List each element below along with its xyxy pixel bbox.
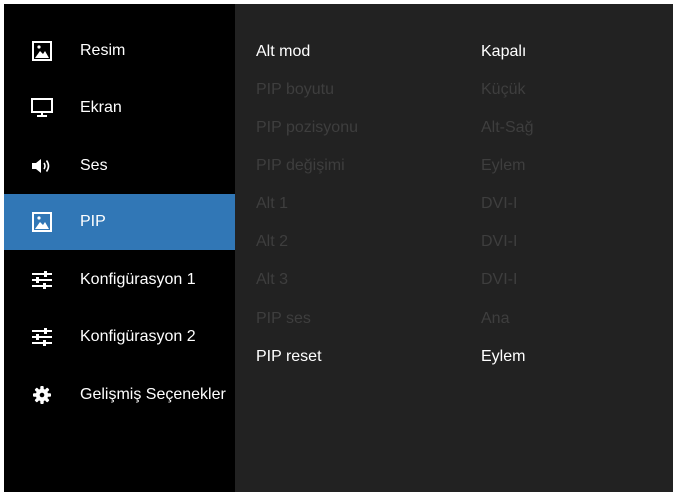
setting-value: Eylem (481, 348, 526, 365)
image-icon (31, 40, 53, 62)
setting-label: Alt 2 (256, 233, 289, 250)
sliders-icon (31, 326, 53, 348)
setting-row-alt-1: Alt 1 DVI-I (235, 186, 673, 224)
setting-row-alt-mod[interactable]: Alt mod Kapalı (235, 34, 673, 72)
setting-value: DVI-I (481, 233, 518, 250)
setting-row-pip-ses: PIP ses Ana (235, 301, 673, 339)
setting-label: PIP pozisyonu (256, 119, 358, 136)
setting-label: Alt 1 (256, 195, 289, 212)
sidebar-item-pip[interactable]: PIP (4, 194, 235, 250)
pip-image-icon (31, 211, 53, 233)
pip-settings-panel: Alt mod Kapalı PIP boyutu Küçük PIP pozi… (235, 4, 673, 492)
setting-value: DVI-I (481, 271, 518, 288)
setting-value: Kapalı (481, 43, 527, 60)
sidebar-item-label: Resim (80, 42, 126, 59)
setting-label: Alt mod (256, 43, 311, 60)
setting-value: Ana (481, 310, 510, 327)
sidebar-item-konfigurasyon-2[interactable]: Konfigürasyon 2 (4, 309, 235, 365)
sidebar-item-label: Ses (80, 157, 108, 174)
sidebar-item-ekran[interactable]: Ekran (4, 80, 235, 136)
monitor-icon (31, 97, 53, 119)
gear-icon (31, 384, 53, 406)
setting-row-alt-2: Alt 2 DVI-I (235, 224, 673, 262)
sidebar-item-label: Konfigürasyon 2 (80, 328, 196, 345)
sidebar-item-gelismis-secenekler[interactable]: Gelişmiş Seçenekler (4, 367, 235, 423)
sidebar-item-label: Gelişmiş Seçenekler (80, 386, 226, 403)
setting-row-pip-degisimi: PIP değişimi Eylem (235, 148, 673, 186)
setting-row-alt-3: Alt 3 DVI-I (235, 262, 673, 300)
setting-value: Eylem (481, 157, 526, 174)
sidebar-item-ses[interactable]: Ses (4, 138, 235, 194)
setting-value: DVI-I (481, 195, 518, 212)
sidebar-item-resim[interactable]: Resim (4, 23, 235, 79)
setting-row-pip-reset[interactable]: PIP reset Eylem (235, 339, 673, 377)
setting-label: PIP değişimi (256, 157, 345, 174)
setting-row-pip-boyutu: PIP boyutu Küçük (235, 72, 673, 110)
setting-label: Alt 3 (256, 271, 289, 288)
setting-label: PIP boyutu (256, 81, 334, 98)
sliders-icon (31, 269, 53, 291)
sidebar-item-label: PIP (80, 213, 106, 230)
setting-value: Alt-Sağ (481, 119, 534, 136)
speaker-icon (31, 155, 53, 177)
sidebar-item-label: Ekran (80, 99, 122, 116)
setting-label: PIP ses (256, 310, 311, 327)
sidebar-item-label: Konfigürasyon 1 (80, 271, 196, 288)
setting-row-pip-pozisyonu: PIP pozisyonu Alt-Sağ (235, 110, 673, 148)
setting-value: Küçük (481, 81, 526, 98)
sidebar-menu: Resim Ekran Ses PIP Konfigürasyon 1 Konf… (4, 4, 235, 492)
sidebar-item-konfigurasyon-1[interactable]: Konfigürasyon 1 (4, 252, 235, 308)
setting-label: PIP reset (256, 348, 322, 365)
